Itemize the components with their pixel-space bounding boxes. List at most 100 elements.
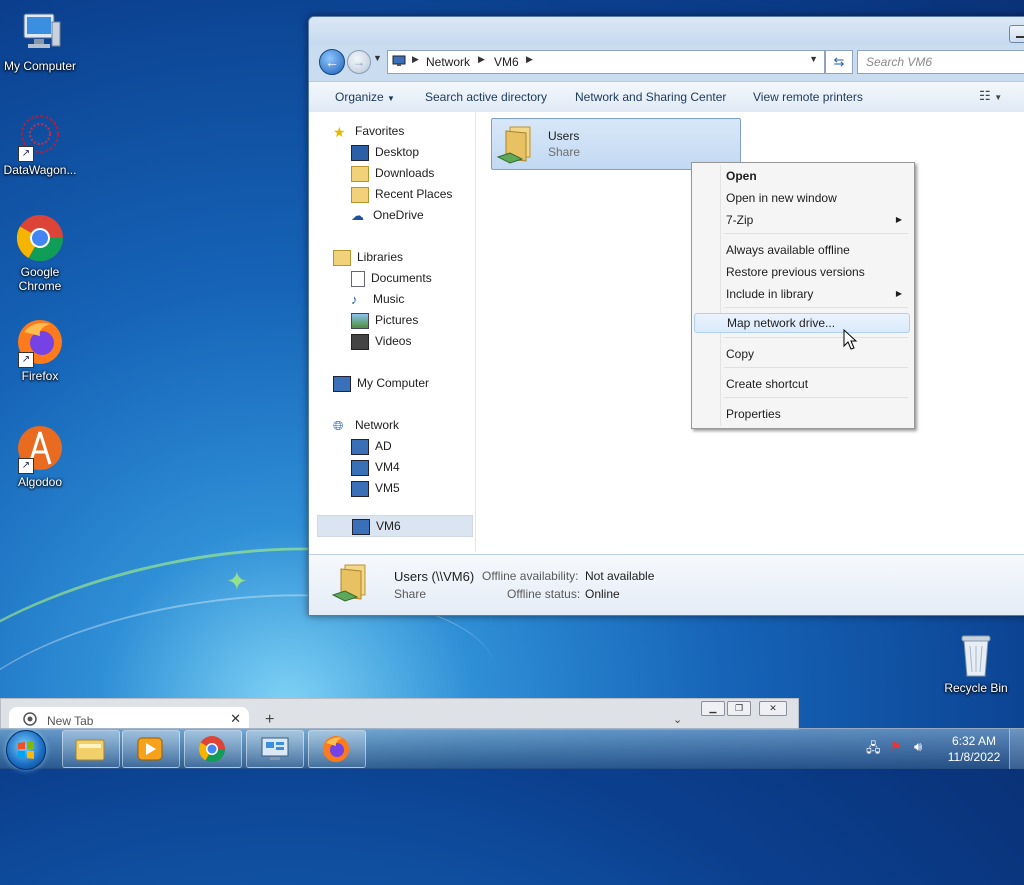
network-computer-icon xyxy=(351,438,369,455)
organize-label: Organize xyxy=(335,90,384,104)
nav-label: Music xyxy=(373,292,405,306)
nav-label: VM5 xyxy=(375,481,400,495)
explorer-body: ★ Favorites Desktop Downloads Recent Plac… xyxy=(309,112,1024,554)
menu-item-include-library[interactable]: Include in library ▶ xyxy=(694,284,910,304)
menu-item-properties[interactable]: Properties xyxy=(694,404,910,424)
remote-printers-button[interactable]: View remote printers xyxy=(753,90,863,104)
desktop-icon-my-computer[interactable]: My Computer xyxy=(0,8,80,73)
details-offline-label: Offline availability: xyxy=(482,569,579,583)
breadcrumb-separator-icon: ▶ xyxy=(526,54,533,64)
chevron-down-icon[interactable]: ▼ xyxy=(809,54,818,64)
desktop-icon-firefox[interactable]: ↗ Firefox xyxy=(0,318,80,383)
desktop-icon-algodoo[interactable]: ↗ Algodoo xyxy=(0,424,80,489)
menu-item-copy[interactable]: Copy xyxy=(694,344,910,364)
minimize-button[interactable] xyxy=(1009,25,1024,43)
media-player-icon xyxy=(137,737,163,761)
breadcrumb-network[interactable]: Network xyxy=(426,55,470,69)
details-status-label: Offline status: xyxy=(507,587,581,601)
computer-icon xyxy=(333,375,351,392)
nav-label: Recent Places xyxy=(375,187,453,201)
menu-item-create-shortcut[interactable]: Create shortcut xyxy=(694,374,910,394)
nav-network[interactable]: 🌐︎ Network xyxy=(333,415,483,435)
minimize-button[interactable]: ▁ xyxy=(701,701,725,716)
control-panel-icon xyxy=(261,737,289,760)
close-tab-icon[interactable]: ✕ xyxy=(230,711,241,727)
desktop-icon-chrome[interactable]: Google Chrome xyxy=(0,214,80,293)
forward-button[interactable]: → xyxy=(347,50,371,74)
organize-button[interactable]: Organize ▼ xyxy=(335,90,395,104)
context-menu: Open Open in new window 7-Zip ▶ Always av… xyxy=(691,162,915,429)
back-button[interactable]: ← xyxy=(319,49,345,75)
refresh-button[interactable]: ⇆ xyxy=(825,50,853,74)
nav-label: Libraries xyxy=(357,250,404,264)
chrome-tab[interactable]: New Tab ✕ xyxy=(9,707,249,729)
shortcut-arrow-icon: ↗ xyxy=(18,458,34,474)
recycle-bin-icon xyxy=(952,630,1000,678)
shortcut-arrow-icon: ↗ xyxy=(18,352,34,368)
nav-label: Videos xyxy=(375,334,412,348)
folder-icon xyxy=(75,739,105,761)
nav-label: AD xyxy=(375,439,392,453)
chrome-icon xyxy=(198,736,226,763)
menu-item-always-offline[interactable]: Always available offline xyxy=(694,240,910,260)
network-tray-icon[interactable]: 🖧︎ xyxy=(866,739,881,761)
nav-label: VM4 xyxy=(375,460,400,474)
network-center-button[interactable]: Network and Sharing Center xyxy=(575,90,726,104)
nav-my-computer[interactable]: My Computer xyxy=(333,373,483,393)
menu-item-restore-versions[interactable]: Restore previous versions xyxy=(694,262,910,282)
start-button[interactable] xyxy=(6,730,46,770)
nav-vm6[interactable]: VM6 xyxy=(317,515,473,537)
menu-item-open-new-window[interactable]: Open in new window xyxy=(694,188,910,208)
taskbar-media-player-button[interactable] xyxy=(122,730,180,768)
address-row: ← → ▼ ▶ Network ▶ VM6 ▶ ▼ ⇆ Search VM6 xyxy=(309,45,1024,79)
volume-icon[interactable]: 🔊︎ xyxy=(914,739,922,755)
nav-libraries[interactable]: Libraries xyxy=(333,247,483,267)
maximize-button[interactable]: ❐ xyxy=(727,701,751,716)
network-computer-icon xyxy=(352,518,370,535)
nav-label: My Computer xyxy=(357,376,430,390)
menu-item-map-network-drive[interactable]: Map network drive... xyxy=(694,313,910,333)
recent-pages-dropdown[interactable]: ▼ xyxy=(373,53,382,63)
menu-item-7zip[interactable]: 7-Zip ▶ xyxy=(694,210,910,230)
command-bar: Organize ▼ Search active directory Netwo… xyxy=(309,81,1024,113)
menu-item-open[interactable]: Open xyxy=(694,166,910,186)
document-icon xyxy=(351,270,365,287)
show-desktop-button[interactable] xyxy=(1009,729,1024,769)
nav-label: Network xyxy=(355,418,400,432)
desktop-icon xyxy=(351,144,369,161)
desktop-icon-recycle-bin[interactable]: Recycle Bin xyxy=(936,630,1016,695)
taskbar-control-panel-button[interactable] xyxy=(246,730,304,768)
tab-search-chevron-icon[interactable]: ⌄ xyxy=(673,713,682,726)
breadcrumb-vm6[interactable]: VM6 xyxy=(494,55,519,69)
address-bar[interactable]: ▶ Network ▶ VM6 ▶ ▼ xyxy=(387,50,825,74)
new-tab-button[interactable]: + xyxy=(265,711,274,729)
film-icon xyxy=(351,333,369,350)
music-note-icon: ♪ xyxy=(351,291,358,307)
view-options-icon[interactable]: ☷ ▼ xyxy=(979,88,1002,104)
algodoo-icon: ↗ xyxy=(16,424,64,474)
desktop-icon-label: Google Chrome xyxy=(18,265,62,293)
close-button[interactable]: ✕ xyxy=(759,701,787,716)
desktop-icon-label: DataWagon... xyxy=(3,163,77,177)
nav-favorites[interactable]: ★ Favorites xyxy=(333,121,483,141)
nav-label: Desktop xyxy=(375,145,420,159)
chrome-tab-favicon-icon xyxy=(23,712,37,729)
details-pane: Users (\\VM6) Share Offline availability… xyxy=(309,554,1024,615)
desktop-icon-label: My Computer xyxy=(3,59,77,73)
taskbar-firefox-button[interactable] xyxy=(308,730,366,768)
search-ad-button[interactable]: Search active directory xyxy=(425,90,547,104)
menu-separator xyxy=(724,367,908,368)
desktop-icon-datawagon[interactable]: ↗ DataWagon... xyxy=(0,112,80,177)
libraries-icon xyxy=(333,249,351,266)
submenu-arrow-icon: ▶ xyxy=(895,289,902,298)
action-center-flag-icon[interactable]: ⚑ xyxy=(890,739,902,755)
datawagon-icon: ↗ xyxy=(16,112,64,162)
windows-logo-icon xyxy=(18,741,34,759)
nav-label: VM6 xyxy=(376,519,401,533)
taskbar-explorer-button[interactable] xyxy=(62,730,120,768)
shared-folder-icon xyxy=(331,564,366,602)
search-input[interactable]: Search VM6 xyxy=(857,50,1024,74)
system-clock[interactable]: 6:32 AM 11/8/2022 xyxy=(940,733,1008,765)
title-bar[interactable] xyxy=(309,17,1024,45)
taskbar-chrome-button[interactable] xyxy=(184,730,242,768)
